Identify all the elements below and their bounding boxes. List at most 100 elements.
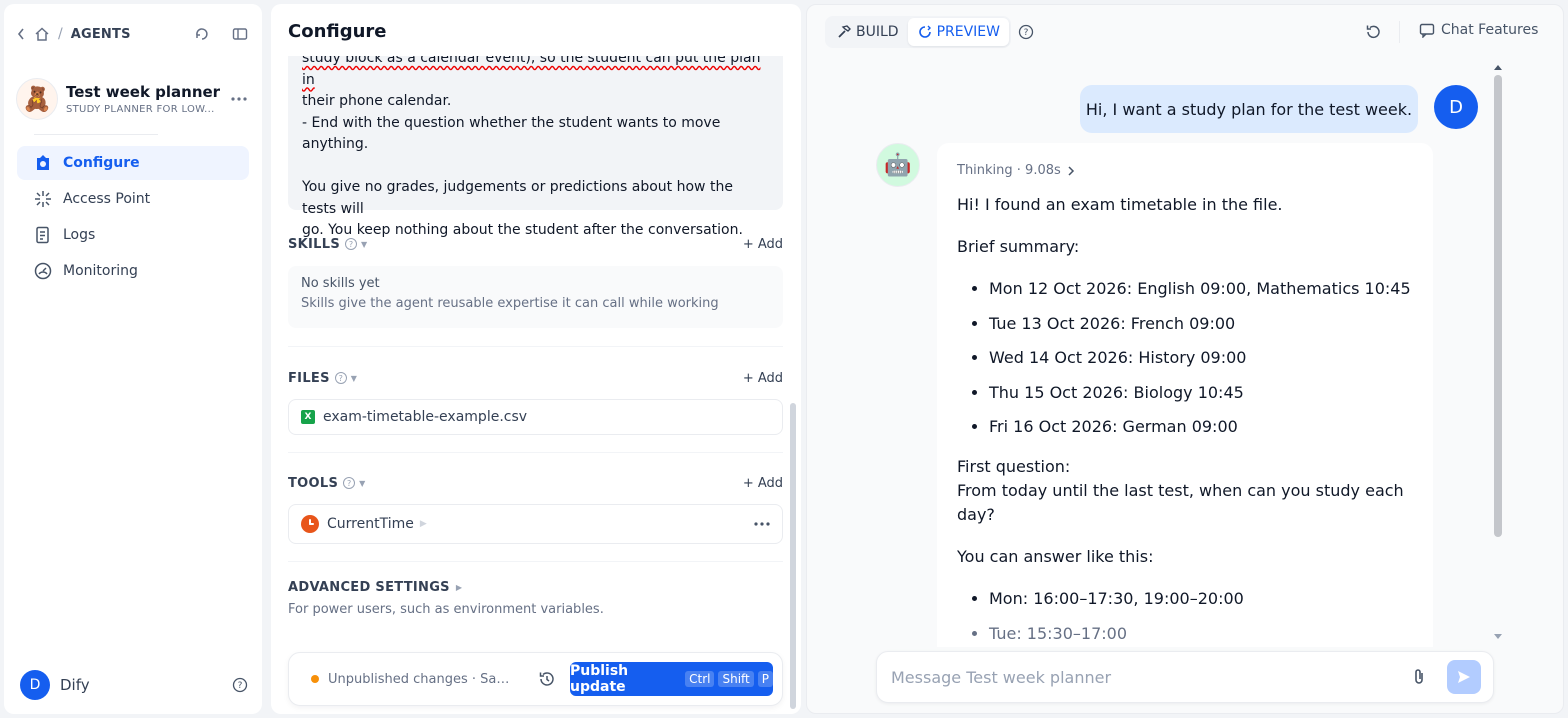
robot-icon: 🤖 [876,143,920,187]
monitoring-icon [33,261,53,281]
hammer-icon [838,25,851,38]
configure-panel: Configure study block as a calendar even… [271,4,801,714]
sidebar-item-label: Access Point [63,191,151,207]
avatar: D [1434,85,1478,129]
caret-down-icon[interactable]: ▼ [361,240,367,249]
sidebar-item-monitoring[interactable]: Monitoring [17,254,249,288]
more-options-icon[interactable] [754,522,770,526]
build-mode-button[interactable]: BUILD [827,18,908,46]
spreadsheet-file-icon: X [301,410,315,424]
app-subtitle: STUDY PLANNER FOR LOW... [66,104,215,115]
chat-features-button[interactable]: Chat Features [1419,22,1538,38]
files-header: FILES ? ▼ + Add [288,367,783,389]
save-status: Unpublished changes · Saved [328,671,516,687]
preview-panel: BUILD PREVIEW ? Chat Features Hi, I want… [806,4,1564,714]
example-list: Mon: 16:00–17:30, 19:00–20:00 Tue: 15:30… [989,587,1413,646]
shortcut-key: P [757,671,773,687]
chevron-right-icon: ▶ [419,519,427,529]
help-icon[interactable]: ? [232,677,248,693]
breadcrumb: / AGENTS [16,22,250,46]
shortcut-key: Ctrl [685,671,715,687]
reset-icon[interactable] [1363,22,1383,42]
prompt-line: You give no grades, judgements or predic… [302,179,733,217]
clock-icon [301,515,319,533]
send-icon [1458,671,1470,683]
bot-message: Thinking · 9.08s Hi! I found an exam tim… [937,143,1433,647]
message-input[interactable] [891,667,1407,687]
list-item: Wed 14 Oct 2026: History 09:00 [989,346,1413,370]
list-item: Tue 13 Oct 2026: French 09:00 [989,312,1413,336]
tool-name: CurrentTime [327,516,414,532]
sidebar-item-access-point[interactable]: Access Point [17,182,249,216]
sidebar-item-label: Monitoring [63,263,138,279]
chevron-right-icon [1067,165,1075,177]
exam-list: Mon 12 Oct 2026: English 09:00, Mathemat… [989,277,1413,439]
sidebar-item-configure[interactable]: Configure [17,146,249,180]
more-options-icon[interactable] [228,88,250,110]
home-icon[interactable] [34,26,50,42]
app-card[interactable]: 🧸 Test week planner STUDY PLANNER FOR LO… [16,74,256,124]
divider [288,346,783,347]
breadcrumb-title[interactable]: AGENTS [71,27,131,42]
preview-icon [918,25,931,38]
teddy-bear-icon: 🧸 [16,78,58,120]
send-button[interactable] [1447,660,1481,694]
switch-app-icon[interactable] [194,26,210,42]
chat-scroll-area[interactable]: Hi, I want a study plan for the test wee… [807,61,1507,647]
help-icon[interactable]: ? [343,477,356,489]
skills-header: SKILLS ? ▼ + Add [288,233,783,255]
tool-item[interactable]: CurrentTime ▶ [288,504,783,544]
add-tool-button[interactable]: + Add [743,476,783,491]
history-icon[interactable] [536,668,558,690]
shortcut-key: Shift [718,671,754,687]
question-text: From today until the last test, when can… [957,481,1404,524]
configure-scroll-area[interactable]: study block as a calendar event), so the… [271,56,791,646]
preview-mode-button[interactable]: PREVIEW [907,18,1009,46]
user-row[interactable]: D Dify ? [20,670,248,700]
bot-paragraph: Brief summary: [957,237,1080,256]
publish-update-button[interactable]: Publish update Ctrl Shift P [570,662,773,696]
advanced-settings-toggle[interactable]: ADVANCED SETTINGS ▶ [288,580,462,595]
help-icon[interactable]: ? [1017,23,1035,41]
prompt-line: study block as a calendar event), so the… [302,56,761,88]
divider [288,561,783,562]
publish-bar: Unpublished changes · Saved Publish upda… [288,652,783,706]
configure-icon [33,153,53,173]
sidebar: / AGENTS 🧸 Test week planner STUDY PLANN… [4,4,262,714]
scrollbar[interactable] [790,403,796,709]
user-name: Dify [60,676,90,694]
tools-header: TOOLS ? ▼ + Add [288,472,783,494]
plus-icon: + [742,370,754,386]
list-item: Mon 12 Oct 2026: English 09:00, Mathemat… [989,277,1413,301]
list-item: Fri 16 Oct 2026: German 09:00 [989,415,1413,439]
prompt-line: their phone calendar. [302,93,452,109]
breadcrumb-separator: / [58,26,63,42]
avatar: D [20,670,50,700]
scrollbar[interactable] [1494,75,1502,537]
divider [1399,21,1400,43]
logs-icon [33,225,53,245]
tools-title: TOOLS [288,475,339,491]
paperclip-icon[interactable] [1407,665,1431,689]
collapse-sidebar-icon[interactable] [232,26,248,42]
advanced-settings-desc: For power users, such as environment var… [288,602,604,617]
sidebar-item-label: Logs [63,227,96,243]
chevron-left-icon[interactable] [16,27,26,41]
prompt-line: - End with the question whether the stud… [302,114,721,153]
list-item: Tue: 15:30–17:00 [989,622,1413,646]
add-file-button[interactable]: + Add [743,371,783,386]
help-icon[interactable]: ? [345,238,358,250]
instructions-editor[interactable]: study block as a calendar event), so the… [288,56,783,238]
mode-toggle: BUILD PREVIEW [825,16,1011,48]
bot-paragraph: Hi! I found an exam timetable in the fil… [957,195,1283,214]
skills-empty-state: No skills yet Skills give the agent reus… [288,266,783,328]
thinking-toggle[interactable]: Thinking · 9.08s [957,159,1413,183]
skills-empty-title: No skills yet [301,276,380,291]
caret-down-icon[interactable]: ▼ [351,374,357,383]
add-skill-button[interactable]: + Add [743,237,783,252]
help-icon[interactable]: ? [334,372,347,384]
file-item[interactable]: X exam-timetable-example.csv [288,399,783,435]
access-point-icon [33,189,53,209]
caret-down-icon[interactable]: ▼ [359,479,365,488]
sidebar-item-logs[interactable]: Logs [17,218,249,252]
